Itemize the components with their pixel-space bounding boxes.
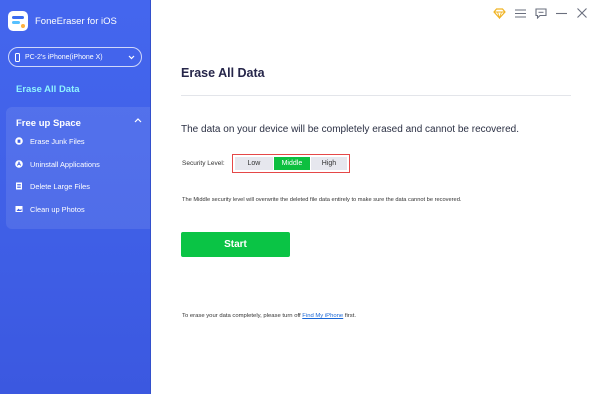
sidebar-item-clean-up-photos[interactable]: Clean up Photos: [15, 202, 85, 216]
erase-warning-text: The data on your device will be complete…: [181, 124, 519, 135]
close-icon[interactable]: [574, 5, 590, 21]
document-icon: [16, 182, 22, 190]
trash-icon: [15, 137, 23, 145]
security-level-selector: Low Middle High: [232, 154, 350, 173]
group-title[interactable]: Free up Space: [16, 118, 81, 129]
security-level-description: The Middle security level will overwrite…: [182, 197, 462, 203]
find-my-iphone-link[interactable]: Find My iPhone: [302, 313, 343, 319]
sidebar-item-erase-junk-files[interactable]: Erase Junk Files: [15, 134, 85, 148]
security-level-middle[interactable]: Middle: [272, 157, 310, 170]
free-up-space-group: Free up Space Erase Junk Files Uninstall…: [6, 107, 150, 229]
security-level-high[interactable]: High: [309, 157, 347, 170]
sidebar-item-label: Clean up Photos: [30, 204, 85, 214]
minimize-icon[interactable]: [553, 5, 569, 21]
sidebar: FoneEraser for iOS PC-2's iPhone(iPhone …: [0, 0, 151, 394]
app-name: FoneEraser for iOS: [35, 15, 117, 27]
sidebar-item-label: Delete Large Files: [30, 181, 90, 191]
chevron-up-icon[interactable]: [134, 117, 142, 123]
phone-icon: [15, 52, 20, 62]
security-level-label: Security Level:: [182, 160, 225, 167]
page-title: Erase All Data: [181, 66, 265, 80]
device-name: PC-2's iPhone(iPhone X): [25, 53, 103, 61]
divider: [181, 95, 571, 96]
sidebar-item-label: Uninstall Applications: [30, 159, 100, 169]
footer-note-suffix: first.: [343, 313, 356, 319]
device-selector[interactable]: PC-2's iPhone(iPhone X): [8, 47, 142, 67]
feedback-icon[interactable]: [533, 5, 549, 21]
sidebar-item-uninstall-applications[interactable]: Uninstall Applications: [15, 157, 100, 171]
app-store-icon: [15, 160, 23, 168]
app-logo-icon: [8, 11, 28, 31]
sidebar-item-delete-large-files[interactable]: Delete Large Files: [15, 179, 90, 193]
security-level-low[interactable]: Low: [235, 157, 273, 170]
chevron-down-icon: [128, 55, 135, 59]
menu-icon[interactable]: [512, 5, 528, 21]
photo-icon: [15, 206, 23, 212]
sidebar-item-erase-all-data[interactable]: Erase All Data: [16, 84, 80, 95]
app-header: FoneEraser for iOS: [8, 9, 117, 33]
start-button[interactable]: Start: [181, 232, 290, 257]
sidebar-item-label: Erase Junk Files: [30, 136, 85, 146]
footer-note-prefix: To erase your data completely, please tu…: [182, 313, 303, 319]
footer-note: To erase your data completely, please tu…: [182, 313, 356, 319]
premium-diamond-icon[interactable]: [491, 5, 507, 21]
